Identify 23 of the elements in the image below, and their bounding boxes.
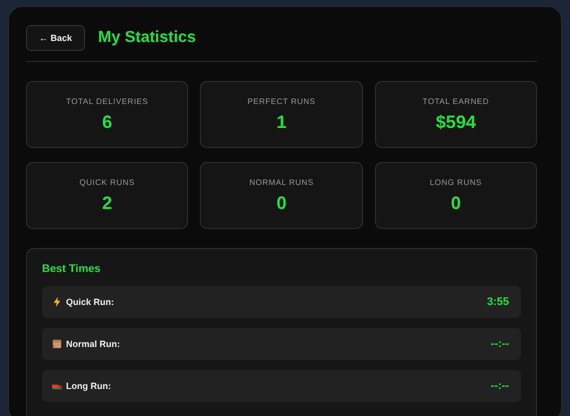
best-time: --:-- — [490, 338, 509, 350]
stat-label: TOTAL EARNED — [422, 96, 489, 106]
stat-value: 2 — [102, 192, 112, 214]
package-icon — [52, 339, 62, 349]
stat-label: LONG RUNS — [430, 178, 482, 186]
stat-value: 6 — [102, 112, 112, 132]
page-title: My Statistics — [98, 29, 196, 47]
stat-label: NORMAL RUNS — [249, 178, 314, 186]
best-time: --:-- — [490, 380, 509, 392]
run-label: Quick Run: — [66, 297, 114, 307]
back-button[interactable]: ← Back — [26, 25, 86, 51]
stat-label: TOTAL DELIVERIES — [66, 96, 148, 106]
stat-value: $594 — [436, 112, 476, 132]
run-label: Normal Run: — [66, 339, 120, 349]
stat-value: 1 — [276, 112, 286, 132]
section-title: Best Times — [42, 263, 102, 275]
lightning-icon — [52, 297, 62, 307]
best-time: 3:55 — [486, 296, 509, 308]
run-label: Long Run: — [66, 381, 111, 391]
stat-value: 0 — [276, 192, 286, 214]
stat-value: 0 — [450, 192, 461, 214]
stat-label: QUICK RUNS — [80, 178, 135, 186]
stat-label: PERFECT RUNS — [247, 96, 316, 106]
